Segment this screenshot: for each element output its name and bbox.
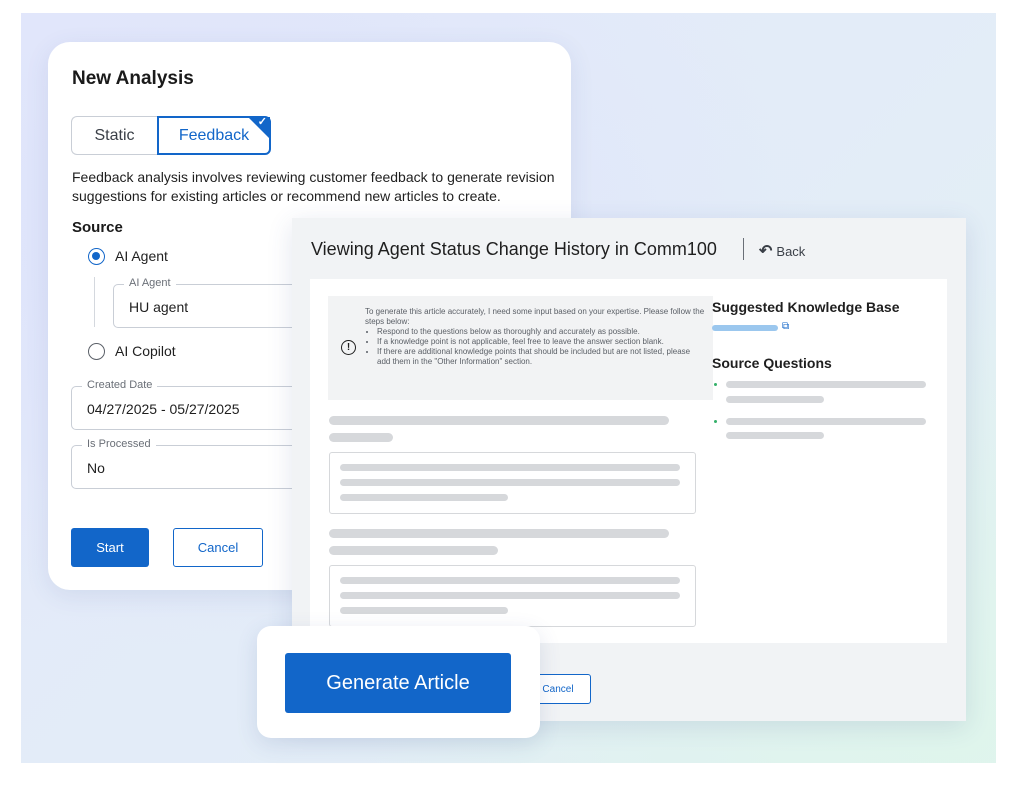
- ai-agent-field-label: AI Agent: [124, 277, 176, 289]
- answer-placeholder-line: [340, 592, 680, 599]
- ai-copilot-radio-label: AI Copilot: [115, 343, 176, 359]
- source-question-placeholder: [726, 418, 926, 425]
- notice-steps: Respond to the questions below as thorou…: [365, 327, 705, 367]
- feedback-tab[interactable]: Feedback ✓: [157, 116, 271, 155]
- article-title: Viewing Agent Status Change History in C…: [311, 239, 717, 259]
- created-date-field-value: 04/27/2025 - 05/27/2025: [87, 401, 240, 417]
- question-placeholder-line: [329, 433, 393, 442]
- notice-intro: To generate this article accurately, I n…: [365, 307, 705, 326]
- instructions-notice: ! To generate this article accurately, I…: [328, 296, 713, 400]
- external-link-icon[interactable]: ⧉: [782, 321, 789, 332]
- answer-placeholder-line: [340, 464, 680, 471]
- answer-placeholder-line: [340, 607, 508, 614]
- answer-input[interactable]: [329, 565, 696, 627]
- back-arrow-icon: ↶: [759, 243, 773, 260]
- answer-placeholder-line: [340, 577, 680, 584]
- alert-icon: !: [341, 340, 356, 355]
- static-tab[interactable]: Static: [71, 116, 157, 155]
- source-question-placeholder: [726, 381, 926, 388]
- back-link[interactable]: ↶ Back: [759, 241, 805, 261]
- source-questions-title: Source Questions: [712, 355, 832, 371]
- notice-step: Respond to the questions below as thorou…: [377, 327, 705, 337]
- analysis-mode-toggle: Static Feedback ✓: [71, 116, 271, 155]
- is-processed-field-label: Is Processed: [82, 438, 156, 450]
- source-question-placeholder: [726, 396, 824, 403]
- notice-step: If a knowledge point is not applicable, …: [377, 337, 705, 347]
- feedback-tab-label: Feedback: [178, 126, 250, 144]
- answer-placeholder-line: [340, 479, 680, 486]
- checkmark-icon: ✓: [257, 116, 267, 128]
- source-question-placeholder: [726, 432, 824, 439]
- question-placeholder-line: [329, 529, 669, 538]
- created-date-field-label: Created Date: [82, 379, 158, 391]
- question-placeholder-line: [329, 546, 498, 555]
- article-body: ! To generate this article accurately, I…: [310, 279, 947, 643]
- kb-link-placeholder[interactable]: [712, 325, 778, 331]
- question-placeholder-line: [329, 416, 669, 425]
- analysis-title: New Analysis: [72, 68, 194, 89]
- suggested-kb-title: Suggested Knowledge Base: [712, 299, 900, 315]
- ai-copilot-radio[interactable]: [88, 343, 105, 360]
- notice-text: To generate this article accurately, I n…: [365, 307, 705, 367]
- answer-input[interactable]: [329, 452, 696, 514]
- nested-field-guide-line: [94, 277, 95, 327]
- title-divider: [743, 238, 744, 260]
- notice-step: If there are additional knowledge points…: [377, 347, 705, 367]
- analysis-cancel-button[interactable]: Cancel: [173, 528, 263, 567]
- ai-agent-radio-label: AI Agent: [115, 248, 168, 264]
- source-label: Source: [72, 219, 123, 236]
- answer-placeholder-line: [340, 494, 508, 501]
- analysis-description: Feedback analysis involves reviewing cus…: [72, 169, 555, 204]
- bullet-icon: [714, 383, 717, 386]
- start-button[interactable]: Start: [71, 528, 149, 567]
- ai-agent-field-value: HU agent: [129, 299, 189, 315]
- ai-agent-radio[interactable]: [88, 248, 105, 265]
- is-processed-field-value: No: [87, 460, 105, 476]
- back-label: Back: [776, 243, 806, 259]
- generate-article-button[interactable]: Generate Article: [285, 653, 511, 713]
- bullet-icon: [714, 420, 717, 423]
- generate-article-card: Generate Article: [257, 626, 540, 738]
